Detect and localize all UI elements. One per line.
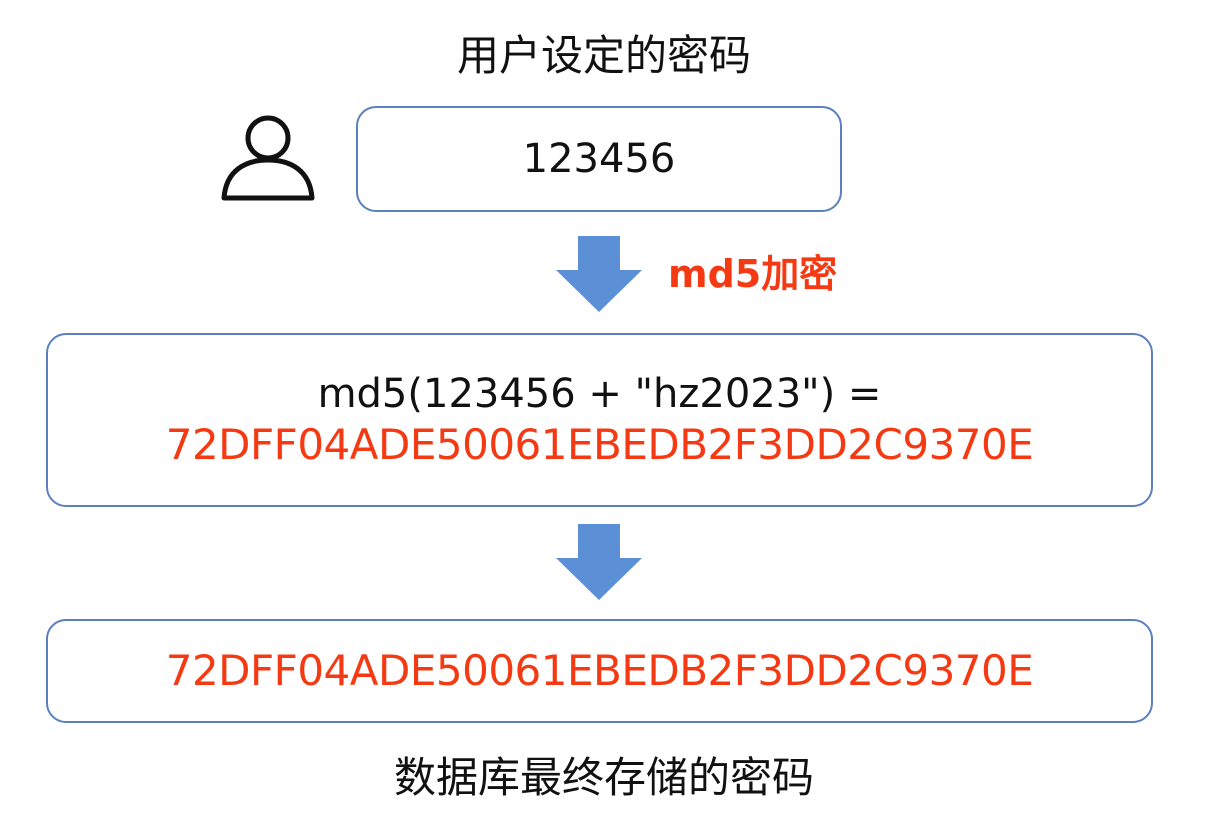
user-icon (221, 115, 315, 201)
password-input-box: 123456 (356, 106, 842, 212)
md5-formula-box: md5(123456 + "hz2023") = 72DFF04ADE50061… (46, 333, 1153, 507)
user-password-title: 用户设定的密码 (456, 31, 751, 80)
formula-result-hash: 72DFF04ADE50061EBEDB2F3DD2C9370E (165, 420, 1034, 469)
stored-password-title: 数据库最终存储的密码 (393, 753, 814, 802)
password-value: 123456 (522, 136, 676, 182)
arrow-down-icon (556, 236, 642, 312)
stored-hash-box: 72DFF04ADE50061EBEDB2F3DD2C9370E (46, 619, 1153, 723)
stored-hash-value: 72DFF04ADE50061EBEDB2F3DD2C9370E (165, 646, 1034, 695)
md5-encrypt-label: md5加密 (668, 252, 838, 296)
arrow-down-icon (556, 524, 642, 600)
formula-expression: md5(123456 + "hz2023") = (317, 371, 882, 417)
